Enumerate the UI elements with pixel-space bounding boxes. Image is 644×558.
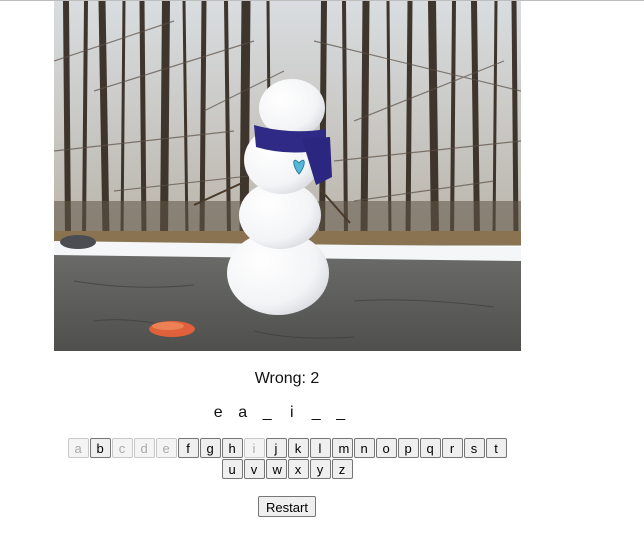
letter-key[interactable]: e [155,438,177,458]
letter-key[interactable]: r [441,438,463,458]
letter-key[interactable]: y [309,459,331,479]
letter-key[interactable]: p [397,438,419,458]
letter-key[interactable]: l [309,438,331,458]
word-slot: e [213,404,223,421]
letter-key[interactable]: q [419,438,441,458]
letter-key[interactable]: h [221,438,243,458]
letter-key[interactable]: m [331,438,353,458]
restart-button[interactable]: Restart [258,496,316,517]
wrong-count: Wrong: 2 [254,370,320,387]
letter-key[interactable]: j [265,438,287,458]
word-slot: i [289,404,294,421]
letter-key[interactable]: i [243,438,265,458]
letter-key[interactable]: f [177,438,199,458]
letter-key[interactable]: v [243,459,265,479]
letter-key[interactable]: t [485,438,507,458]
letter-key[interactable]: d [133,438,155,458]
word-display: e a _ i _ _ [206,404,353,426]
letter-key[interactable]: c [111,438,133,458]
word-slot: a [238,404,248,421]
letter-key[interactable]: b [89,438,111,458]
letter-key[interactable]: a [67,438,89,458]
letter-key[interactable]: w [265,459,287,479]
word-slot: _ [262,404,272,421]
letter-key[interactable]: g [199,438,221,458]
word-slot: _ [336,404,346,421]
letter-key[interactable]: n [353,438,375,458]
letter-keyboard: abcdefghijklmnopqrst uvwxyz [0,438,574,480]
keyboard-row-2: uvwxyz [0,459,574,480]
letter-key[interactable]: k [287,438,309,458]
keyboard-row-1: abcdefghijklmnopqrst [0,438,574,459]
letter-key[interactable]: z [331,459,353,479]
letter-key[interactable]: x [287,459,309,479]
word-slot: _ [311,404,321,421]
snowman-image [54,1,521,351]
letter-key[interactable]: u [221,459,243,479]
letter-key[interactable]: s [463,438,485,458]
letter-key[interactable]: o [375,438,397,458]
